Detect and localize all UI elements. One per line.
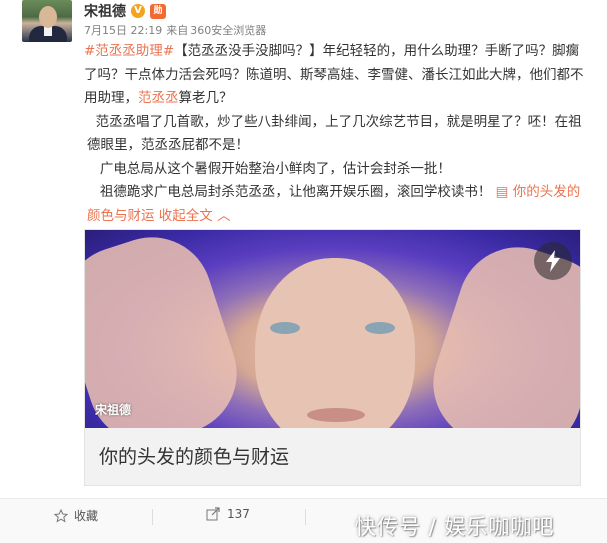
star-icon [54, 508, 68, 523]
lightning-bolt-icon [546, 250, 560, 272]
favorite-button[interactable]: 收藏 [54, 507, 98, 524]
article-photo[interactable]: 宋祖德 [85, 230, 580, 428]
photo-face [255, 258, 415, 428]
post-para4-text: 祖德跪求广电总局封杀范丞丞，让他离开娱乐圈，滚回学校读书！ [99, 184, 492, 200]
card-title[interactable]: 你的头发的颜色与财运 [99, 442, 289, 469]
action-divider [152, 509, 153, 525]
collapse-link[interactable]: 收起全文 [159, 208, 213, 224]
post-paragraph-4: 祖德跪求广电总局封杀范丞丞，让他离开娱乐圈，滚回学校读书！ ▤ 你的头发的颜色与… [84, 181, 584, 228]
post-para2-text: 范丞丞唱了几首歌，炒了些八卦绯闻，上了几次综艺节目，就是明星了？呸！在祖德眼里，… [87, 113, 582, 154]
post-paragraph-3: 广电总局从这个暑假开始整治小鲜肉了，估计会封杀一批！ [84, 158, 584, 182]
post-paragraph-2: 范丞丞唱了几首歌，炒了些八卦绯闻，上了几次综艺节目，就是明星了？呸！在祖德眼里，… [84, 111, 584, 158]
photo-left-hand [85, 230, 253, 428]
photo-lips [307, 408, 365, 422]
article-card[interactable]: 宋祖德 你的头发的颜色与财运 [84, 229, 581, 486]
post-para3-text: 广电总局从这个暑假开始整治小鲜肉了，估计会封杀一批！ [99, 160, 451, 177]
medal-badge-icon[interactable]: 勋 [150, 3, 166, 19]
post-line1-end: 算老几？ [178, 90, 233, 106]
card-author-badge: 宋祖德 [95, 403, 132, 417]
post-text: #范丞丞助理#【范丞丞没手没脚吗？】年纪轻轻的，用什么助理？手断了吗？脚瘸了吗？… [84, 40, 584, 228]
post-from-label: 来自 [166, 24, 189, 37]
mention-link[interactable]: 范丞丞 [138, 90, 179, 106]
collapse-icon[interactable]: ︿ [217, 208, 231, 224]
forward-count: 137 [227, 507, 250, 521]
author-avatar[interactable] [22, 0, 72, 42]
article-link-icon[interactable]: ▤ [496, 184, 509, 200]
hashtag-link[interactable]: #范丞丞助理# [84, 43, 174, 59]
favorite-label: 收藏 [74, 509, 99, 523]
avatar-face [39, 6, 57, 28]
post-meta: 7月15日 22:19 来自 360安全浏览器 [84, 22, 270, 38]
watermark: 快传号 / 娱乐咖咖吧 [355, 515, 555, 539]
photo-right-eye [365, 322, 395, 334]
forward-button[interactable]: 137 [206, 507, 250, 521]
flash-icon[interactable] [534, 242, 572, 280]
author-row: 宋祖德 V 勋 [84, 1, 166, 21]
weibo-post: 宋祖德 V 勋 7月15日 22:19 来自 360安全浏览器 #范丞丞助理#【范丞… [0, 0, 607, 543]
photo-left-eye [270, 322, 300, 334]
forward-icon [206, 507, 220, 521]
verified-badge-icon[interactable]: V [131, 4, 145, 18]
post-date[interactable]: 7月15日 22:19 [84, 24, 162, 37]
post-client[interactable]: 360安全浏览器 [190, 24, 266, 37]
author-name[interactable]: 宋祖德 [84, 1, 126, 21]
post-paragraph-1: #范丞丞助理#【范丞丞没手没脚吗？】年纪轻轻的，用什么助理？手断了吗？脚瘸了吗？… [84, 40, 584, 111]
action-divider [305, 509, 306, 525]
